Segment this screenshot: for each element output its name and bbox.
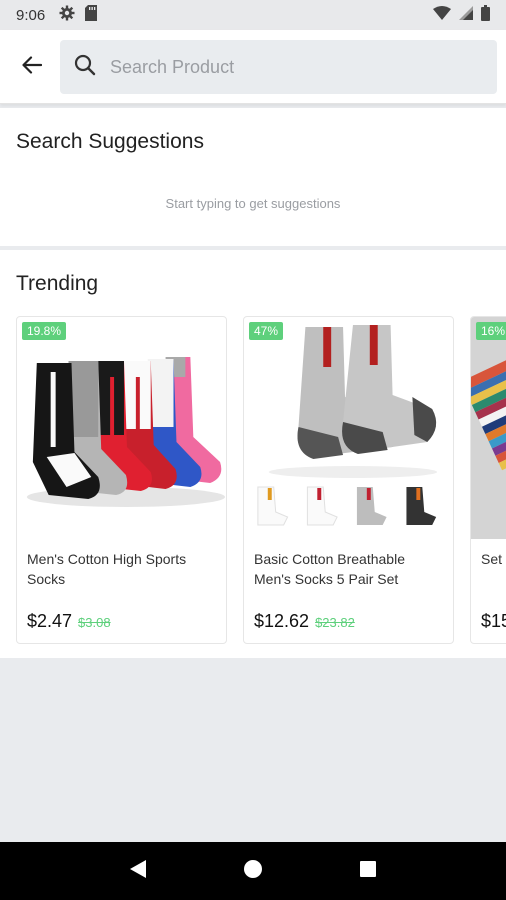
trending-title: Trending [16,272,99,295]
suggestions-title: Search Suggestions [16,130,204,153]
price-row: $12.62 $23.82 [254,611,355,632]
product-image [471,317,506,539]
recents-square-icon [359,860,377,883]
product-price: $12.62 [254,611,310,631]
arrow-left-icon [22,55,43,79]
product-image [26,357,226,507]
discount-badge: 19.8% [22,322,67,340]
discount-badge: 16% [476,322,506,340]
back-triangle-icon [129,859,147,884]
search-suggestions-section: Search Suggestions Start typing to get s… [0,108,506,246]
product-price: $15 [481,611,506,631]
product-card[interactable]: 16% Set of Socks Patt $15 [470,316,506,644]
nav-home-button[interactable] [233,851,273,891]
cellular-icon [459,5,473,25]
product-name: Men's Cotton High Sports Socks [27,551,187,587]
product-name: Basic Cotton Breathable Men's Socks 5 Pa… [254,551,405,587]
back-button[interactable] [14,52,50,82]
product-image [257,325,438,526]
product-name: Set of Socks Patt [481,551,506,567]
status-bar: 9:06 [0,0,506,30]
system-navigation-bar [0,842,506,900]
status-time: 9:06 [16,6,46,24]
search-header [0,30,506,104]
product-old-price: $23.82 [315,615,355,630]
battery-icon [481,4,490,26]
product-card[interactable]: 47% Basic Cotton Breathable Men's Socks … [243,316,454,644]
search-bar[interactable] [60,40,497,94]
home-circle-icon [243,859,263,884]
price-row: $15 [481,611,506,632]
product-price: $2.47 [27,611,73,631]
search-input[interactable] [110,56,470,78]
wifi-icon [433,5,451,25]
gear-icon [59,5,75,26]
nav-back-button[interactable] [118,851,158,891]
suggestions-hint: Start typing to get suggestions [165,196,341,211]
search-icon [74,54,96,81]
nav-recents-button[interactable] [348,851,388,891]
trending-section: Trending 19.8% Men's Cotton High Sports … [0,250,506,658]
discount-badge: 47% [249,322,284,340]
price-row: $2.47 $3.08 [27,611,111,632]
product-old-price: $3.08 [78,615,111,630]
trending-carousel[interactable]: 19.8% Men's Cotton High Sports Socks $2.… [16,316,506,644]
product-card[interactable]: 19.8% Men's Cotton High Sports Socks $2.… [16,316,227,644]
sd-card-icon [85,4,98,26]
